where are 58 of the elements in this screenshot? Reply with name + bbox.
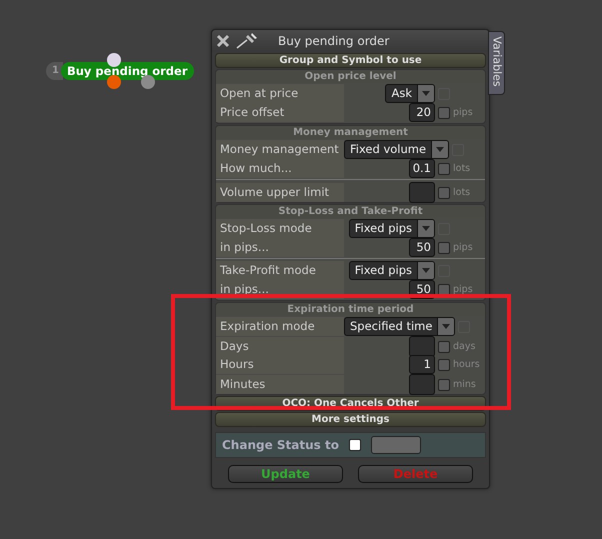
dropdown[interactable]: Specified time (344, 317, 456, 336)
pin-icon[interactable] (236, 33, 258, 49)
field-label: Take-Profit mode (216, 261, 344, 280)
port-dot[interactable] (107, 53, 121, 67)
checkbox[interactable] (348, 439, 361, 451)
status-field[interactable] (370, 436, 421, 454)
unit-label: hours (453, 359, 481, 370)
caret-icon (422, 91, 430, 96)
caret-icon (442, 324, 450, 329)
field-label: Stop-Loss mode (216, 219, 344, 238)
number-field[interactable]: 50 (409, 238, 435, 257)
unit-label: lots (453, 163, 472, 174)
unit-label: lots (453, 187, 472, 198)
checkbox[interactable] (438, 358, 450, 370)
number-field[interactable] (409, 374, 435, 395)
close-icon[interactable] (216, 34, 230, 48)
unit-label: pips (453, 107, 474, 118)
field-label: Expiration mode (216, 317, 344, 336)
field-label: Volume upper limit (216, 183, 344, 202)
field-label: Minutes (216, 375, 344, 394)
status-label: Change Status to (222, 438, 339, 452)
dropdown[interactable]: Fixed pips (348, 261, 435, 280)
update-button[interactable]: Update (228, 465, 343, 483)
checkbox[interactable] (438, 162, 450, 174)
checkbox[interactable] (438, 340, 450, 352)
number-field[interactable] (409, 336, 435, 357)
unit-label: pips (453, 284, 474, 295)
checkbox[interactable] (438, 242, 450, 254)
node-index: 1 (46, 62, 63, 80)
dropdown[interactable]: Fixed volume (344, 140, 450, 159)
checkbox[interactable] (438, 284, 450, 296)
field-label: Days (216, 337, 344, 356)
side-tab[interactable]: Variables (488, 31, 505, 95)
field-label: Open at price (216, 84, 344, 103)
unit-label: mins (453, 379, 477, 390)
section-header[interactable]: Group and Symbol to use (215, 53, 486, 68)
checkbox[interactable] (438, 186, 450, 198)
field-label: in pips... (216, 238, 344, 257)
field-label: Hours (216, 355, 344, 374)
unit-label: pips (453, 242, 474, 253)
caret-icon (436, 147, 444, 152)
number-field[interactable]: 20 (409, 103, 435, 122)
node-label[interactable]: Buy pending order (60, 62, 194, 80)
caret-icon (422, 226, 430, 231)
unit-label: days (453, 341, 476, 352)
field-label: Money management (216, 140, 344, 159)
dropdown[interactable]: Ask (385, 84, 435, 103)
caret-icon (422, 268, 430, 273)
dropdown[interactable]: Fixed pips (348, 219, 435, 238)
number-field[interactable] (409, 182, 435, 203)
number-field[interactable]: 0.1 (408, 159, 435, 178)
field-label: Price offset (216, 103, 344, 122)
window-title: Buy pending order (278, 34, 390, 48)
field-label: How much... (216, 159, 344, 178)
number-field[interactable]: 1 (409, 355, 435, 374)
checkbox[interactable] (438, 378, 450, 390)
checkbox[interactable] (438, 106, 450, 118)
section-header[interactable]: More settings (215, 412, 486, 427)
